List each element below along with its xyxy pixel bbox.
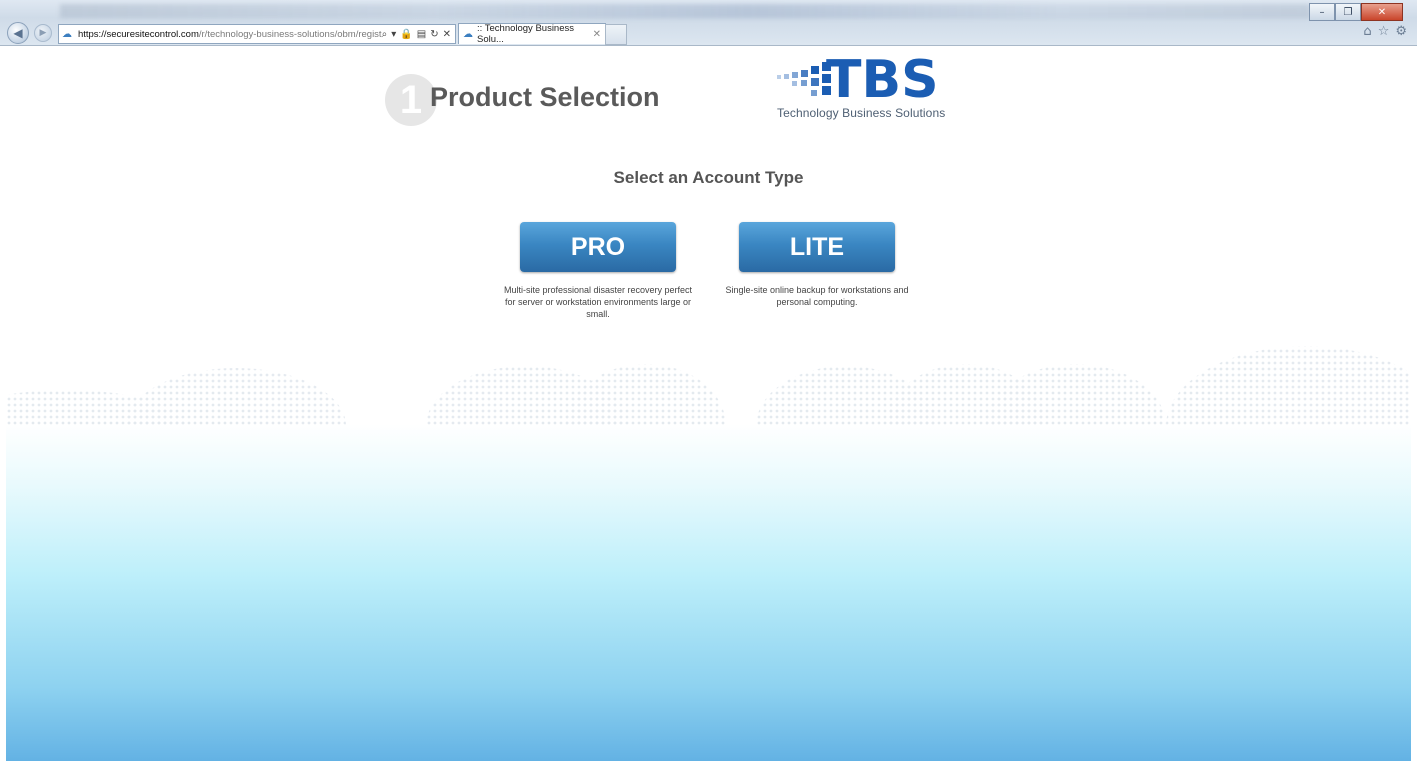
pro-plan-button[interactable]: PRO xyxy=(520,222,676,272)
logo-tagline: Technology Business Solutions xyxy=(777,106,946,120)
logo-squares-icon xyxy=(777,62,831,96)
close-icon[interactable]: ✕ xyxy=(1361,3,1403,21)
new-tab-button[interactable] xyxy=(605,24,627,45)
search-icon[interactable]: ⌕ xyxy=(382,29,388,40)
tab-active[interactable]: ☁ :: Technology Business Solu... ✕ xyxy=(458,23,606,45)
company-logo: TBS Technology Business Solutions xyxy=(774,54,984,122)
home-icon[interactable]: ⌂ xyxy=(1363,24,1371,39)
background-hills xyxy=(6,346,1411,426)
browser-toolbar-icons: ⌂ ☆ ⚙ xyxy=(1363,24,1407,39)
address-url[interactable]: https://securesitecontrol.com/r/technolo… xyxy=(78,29,382,40)
star-icon[interactable]: ☆ xyxy=(1378,24,1390,39)
browser-chrome: ◀ ▶ ☁ https://securesitecontrol.com/r/te… xyxy=(0,0,1417,46)
gear-icon[interactable]: ⚙ xyxy=(1395,24,1407,39)
tab-title: :: Technology Business Solu... xyxy=(477,23,574,45)
address-bar[interactable]: ☁ https://securesitecontrol.com/r/techno… xyxy=(58,24,456,44)
tab-close-icon[interactable]: ✕ xyxy=(593,29,601,40)
back-button[interactable]: ◀ xyxy=(7,22,29,44)
logo-wordmark: TBS xyxy=(826,50,939,110)
lock-icon[interactable]: 🔒 xyxy=(400,29,412,40)
minimize-icon[interactable]: – xyxy=(1309,3,1335,21)
page: 1 Product Selection TBS Technology Busin… xyxy=(6,46,1411,761)
back-arrow-icon: ◀ xyxy=(13,26,23,40)
refresh-icon[interactable]: ↻ xyxy=(430,29,438,40)
lite-plan-description: Single-site online backup for workstatio… xyxy=(725,285,909,307)
dropdown-icon[interactable]: ▾ xyxy=(391,29,396,40)
window-controls: – ❐ ✕ xyxy=(1309,3,1403,21)
lite-plan-button[interactable]: LITE xyxy=(739,222,895,272)
forward-arrow-icon: ▶ xyxy=(39,28,47,38)
account-type-heading: Select an Account Type xyxy=(613,168,804,187)
restore-icon[interactable]: ❐ xyxy=(1335,3,1361,21)
pro-plan-description: Multi-site professional disaster recover… xyxy=(503,285,693,319)
sky-background xyxy=(6,424,1411,761)
url-path: /r/technology-business-solutions/obm/reg… xyxy=(198,28,382,40)
stop-icon[interactable]: ✕ xyxy=(443,29,451,40)
forward-button[interactable]: ▶ xyxy=(34,24,52,42)
cloud-icon: ☁ xyxy=(62,28,72,40)
compat-view-icon[interactable]: ▤ xyxy=(417,29,426,40)
page-title: Product Selection xyxy=(430,82,660,112)
blurred-title-strip xyxy=(60,4,1310,18)
tab-cloud-icon: ☁ xyxy=(463,28,473,40)
url-host: https://securesitecontrol.com xyxy=(77,28,199,40)
